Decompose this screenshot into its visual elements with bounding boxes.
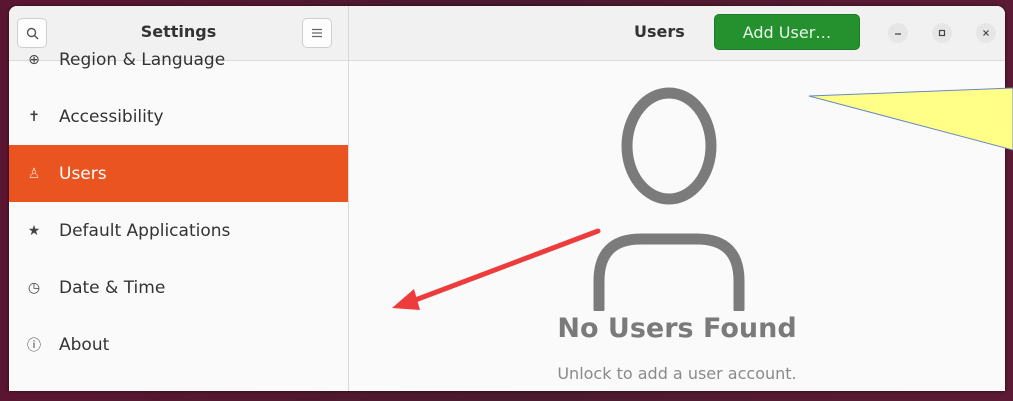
sidebar-list: ⊕ Region & Language ✝ Accessibility ♙ Us… bbox=[9, 50, 348, 373]
add-user-button[interactable]: Add User… bbox=[714, 14, 860, 50]
sidebar-item-default-applications[interactable]: ★ Default Applications bbox=[9, 202, 348, 259]
settings-window: Settings ⊕ Region & Language ✝ Accessibi… bbox=[9, 6, 1005, 391]
empty-state-title: No Users Found bbox=[557, 313, 797, 344]
sidebar-item-label: Accessibility bbox=[59, 106, 164, 127]
user-avatar-placeholder-icon bbox=[593, 87, 745, 311]
star-icon: ★ bbox=[27, 222, 41, 239]
page-title: Users bbox=[634, 22, 685, 41]
sidebar-item-accessibility[interactable]: ✝ Accessibility bbox=[9, 88, 348, 145]
empty-state-subtitle: Unlock to add a user account. bbox=[557, 364, 797, 383]
minimize-button[interactable] bbox=[888, 23, 908, 43]
users-panel: No Users Found Unlock to add a user acco… bbox=[349, 61, 1005, 391]
maximize-icon bbox=[938, 29, 946, 37]
sidebar-item-label: Date & Time bbox=[59, 277, 166, 298]
sidebar-item-label: Default Applications bbox=[59, 220, 231, 241]
sidebar-item-about[interactable]: ⓘ About bbox=[9, 316, 348, 373]
maximize-button[interactable] bbox=[932, 23, 952, 43]
sidebar-item-date-time[interactable]: ◷ Date & Time bbox=[9, 259, 348, 316]
globe-icon: ⊕ bbox=[28, 51, 40, 68]
sidebar-item-label: About bbox=[59, 334, 110, 355]
sidebar-item-label: Users bbox=[59, 163, 107, 184]
sidebar: Settings ⊕ Region & Language ✝ Accessibi… bbox=[9, 6, 349, 391]
user-icon: ♙ bbox=[27, 165, 41, 182]
close-button[interactable] bbox=[976, 23, 996, 43]
minimize-icon bbox=[895, 33, 901, 35]
main-header: Users Add User… bbox=[349, 6, 1005, 61]
sidebar-item-users[interactable]: ♙ Users bbox=[9, 145, 348, 202]
accessibility-icon: ✝ bbox=[28, 108, 40, 125]
clock-icon: ◷ bbox=[27, 279, 41, 296]
close-icon bbox=[983, 30, 989, 36]
sidebar-item-label: Region & Language bbox=[59, 49, 226, 70]
info-icon: ⓘ bbox=[27, 337, 41, 354]
sidebar-item-region-language[interactable]: ⊕ Region & Language bbox=[9, 31, 348, 88]
